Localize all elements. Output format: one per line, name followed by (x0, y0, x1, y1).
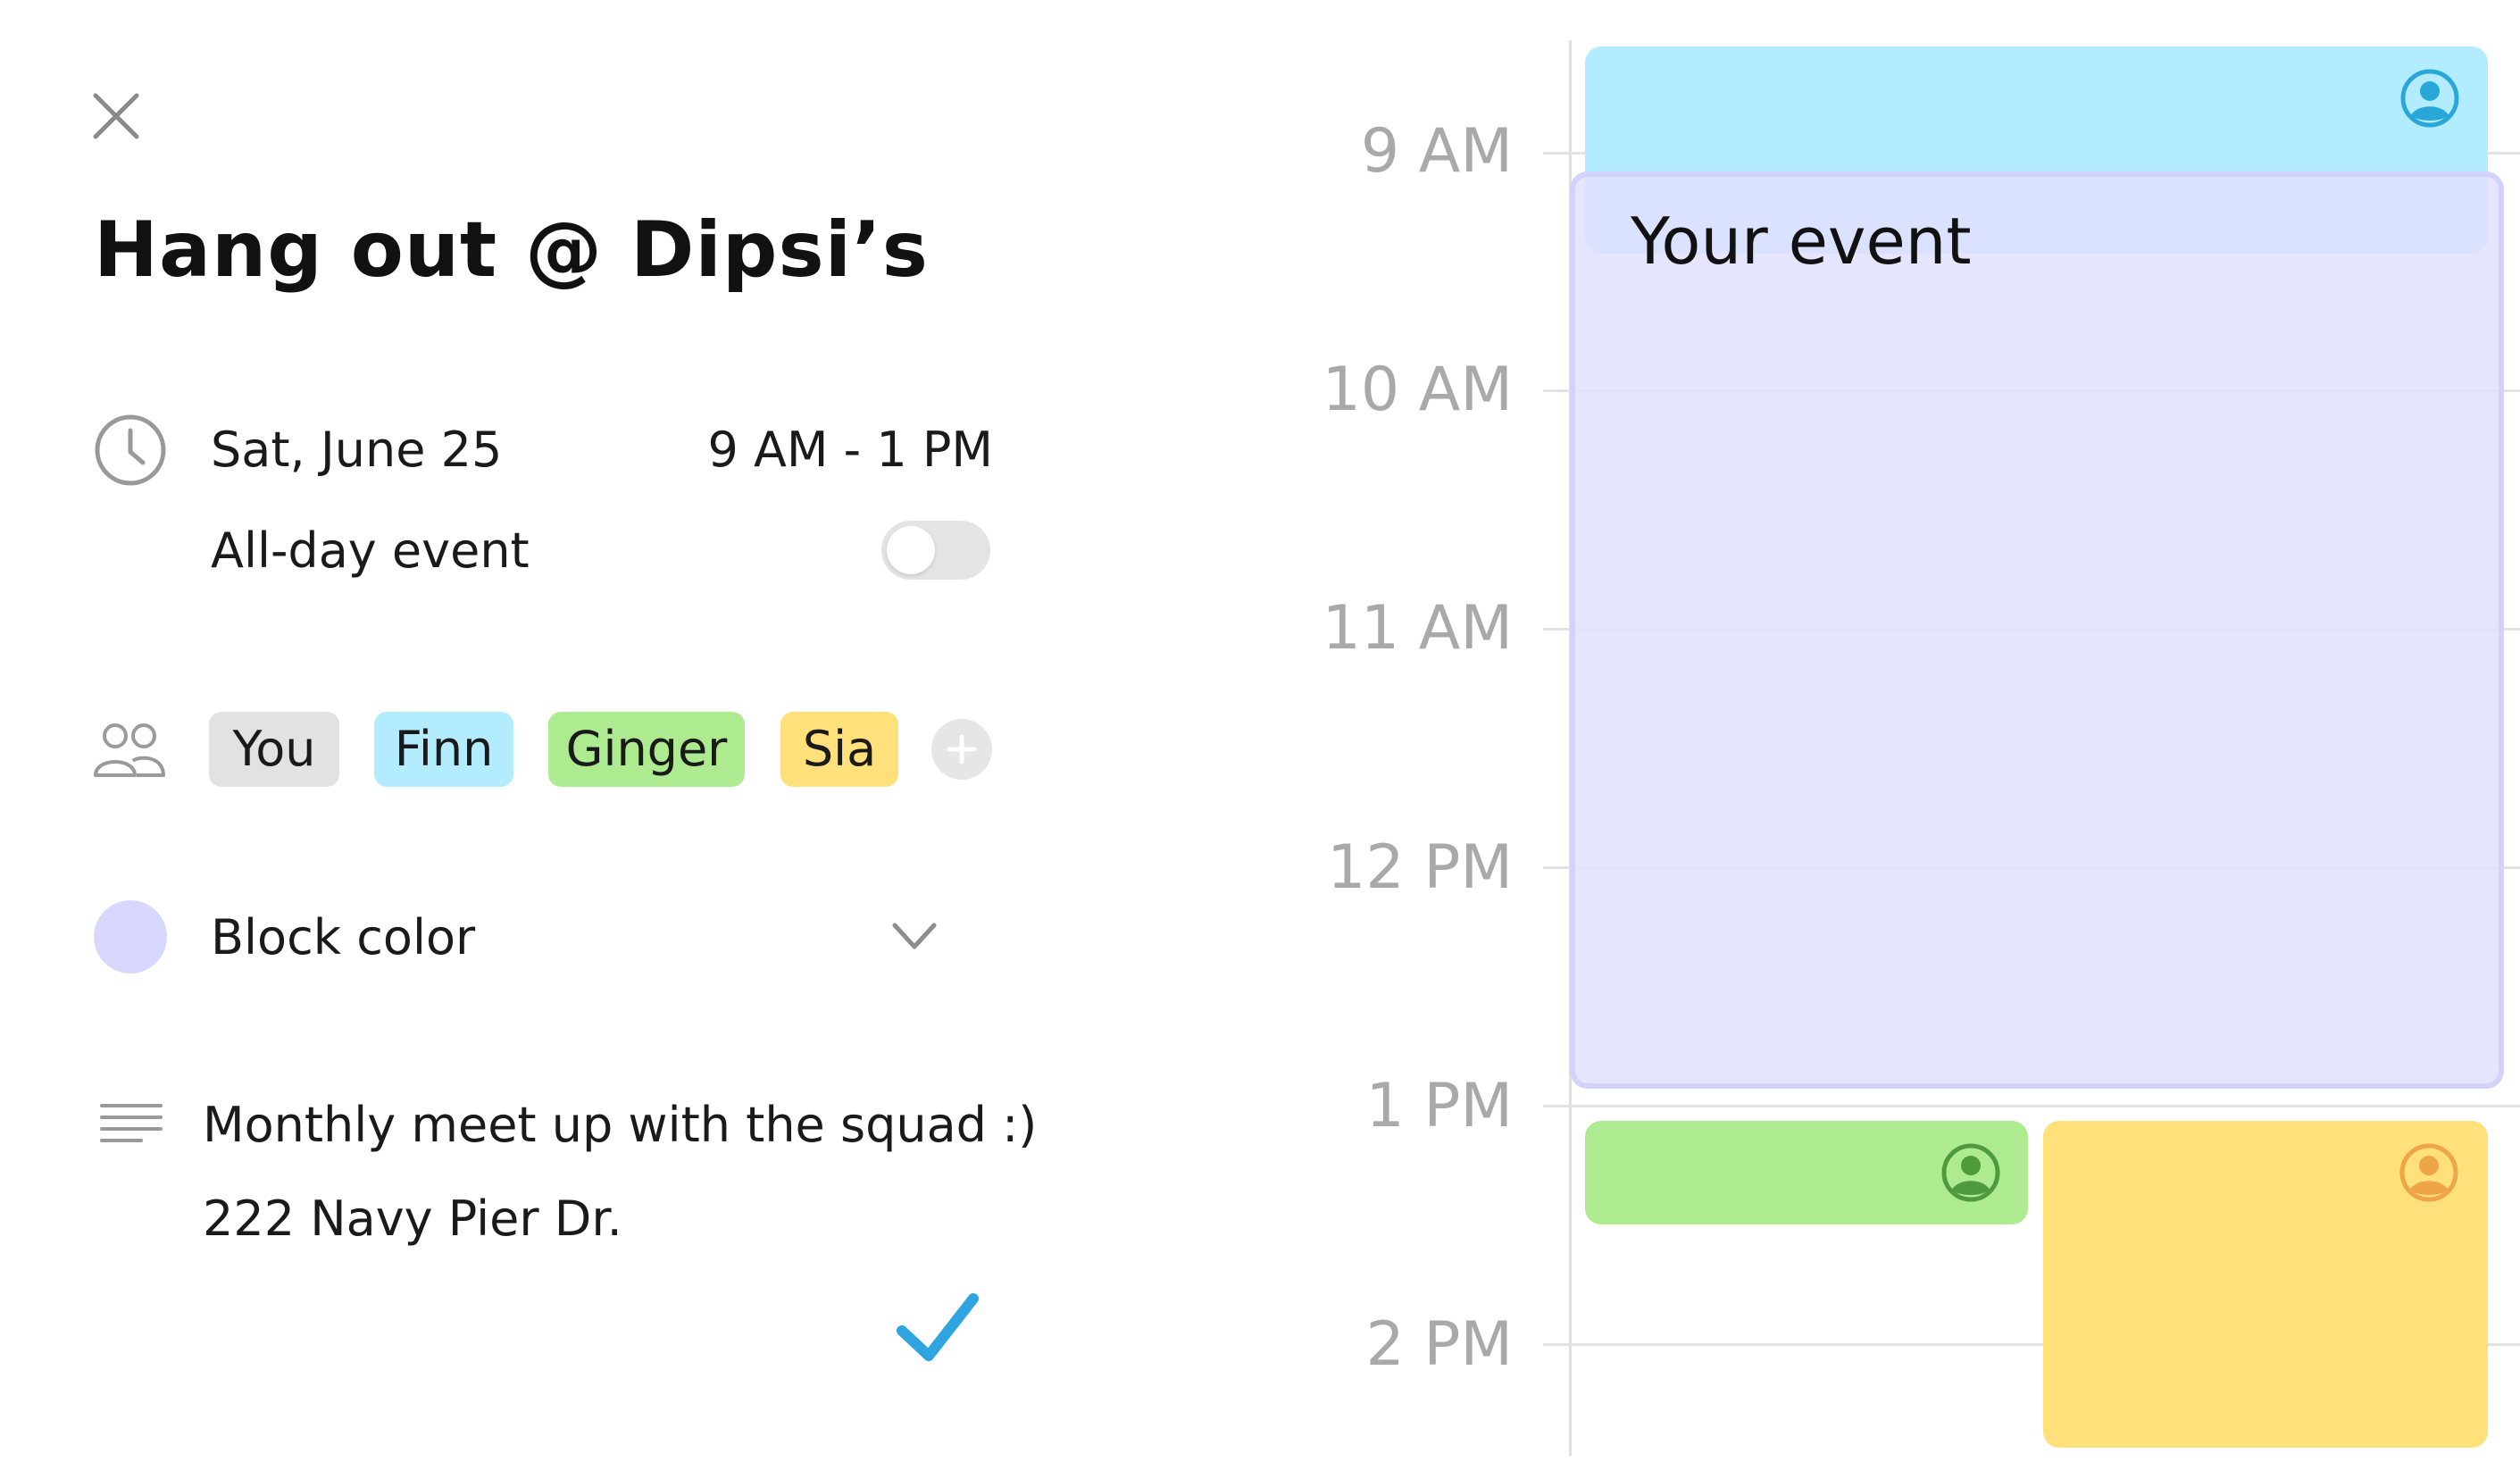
attendee-chip-finn[interactable]: Finn (374, 712, 513, 787)
attendee-chip-sia[interactable]: Sia (780, 712, 898, 787)
your-event-label: Your event (1631, 204, 1972, 279)
event-title[interactable]: Hang out @ Dipsi’s (94, 205, 929, 295)
description-line-2[interactable]: 222 Navy Pier Dr. (203, 1191, 622, 1247)
calendar-event-your-event[interactable] (1570, 171, 2504, 1089)
toggle-knob (887, 526, 935, 574)
calendar-event-sia[interactable] (2043, 1121, 2488, 1448)
chevron-down-icon (892, 923, 937, 949)
user-circle-icon (1940, 1142, 2001, 1203)
all-day-label: All-day event (211, 522, 530, 579)
close-icon (93, 93, 139, 139)
user-circle-icon (2399, 68, 2460, 129)
attendee-chip-ginger[interactable]: Ginger (548, 712, 745, 787)
hour-label-12pm: 12 PM (1327, 832, 1513, 903)
confirm-button[interactable] (893, 1288, 982, 1368)
description-line-1[interactable]: Monthly meet up with the squad :) (203, 1097, 1037, 1153)
block-color-dropdown[interactable] (889, 918, 939, 954)
calendar-event-ginger[interactable] (1585, 1121, 2028, 1224)
clock-icon (93, 413, 168, 488)
block-color-swatch[interactable] (94, 900, 167, 973)
description-lines-icon (100, 1102, 163, 1145)
hour-label-2pm: 2 PM (1365, 1309, 1513, 1380)
hour-label-9am: 9 AM (1360, 116, 1513, 187)
close-button[interactable] (85, 85, 147, 147)
user-circle-icon (2399, 1142, 2459, 1203)
event-time-range[interactable]: 9 AM - 1 PM (707, 422, 993, 478)
hour-label-1pm: 1 PM (1365, 1071, 1513, 1141)
people-icon (92, 722, 167, 781)
block-color-label[interactable]: Block color (211, 909, 475, 965)
plus-icon (947, 734, 977, 765)
add-attendee-button[interactable] (931, 719, 992, 780)
hour-line-1pm (1543, 1105, 2520, 1107)
hour-label-11am: 11 AM (1322, 593, 1513, 664)
attendee-chip-you[interactable]: You (209, 712, 339, 787)
all-day-toggle[interactable] (881, 521, 990, 580)
event-date[interactable]: Sat, June 25 (211, 422, 502, 478)
hour-label-10am: 10 AM (1322, 355, 1513, 425)
checkmark-icon (897, 1293, 979, 1361)
